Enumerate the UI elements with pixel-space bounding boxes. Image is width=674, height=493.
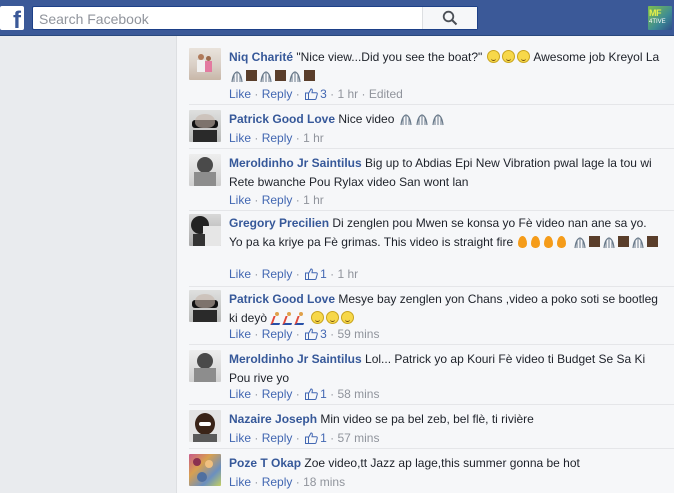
emoji-sequence-icon [572,235,659,249]
divider [189,148,674,149]
like-link[interactable]: Like [229,327,251,341]
reply-link[interactable]: Reply [262,387,293,401]
commenter-name[interactable]: Patrick Good Love [229,292,335,306]
edited-label[interactable]: Edited [369,87,403,101]
comment-actions: Like · Reply · 3 · 59 mins [229,327,380,341]
like-link[interactable]: Like [229,431,251,445]
comment-actions: Like · Reply · 18 mins [229,475,346,489]
timestamp[interactable]: 59 mins [337,327,379,341]
comment-actions: Like · Reply · 1 · 1 hr [229,267,359,281]
runner-emoji-icon [270,311,306,325]
timestamp[interactable]: 58 mins [337,387,379,401]
comment-text: "Nice view...Did you see the boat?" [296,50,483,64]
reply-link[interactable]: Reply [262,475,293,489]
comment-actions: Like · Reply · 1 · 57 mins [229,431,380,445]
emoji-sequence-icon [398,112,446,126]
comment-text: Nice video [338,112,395,126]
like-link[interactable]: Like [229,475,251,489]
like-link[interactable]: Like [229,387,251,401]
like-count[interactable]: 1 [320,431,327,445]
like-link[interactable]: Like [229,267,251,281]
reply-link[interactable]: Reply [262,431,293,445]
search-placeholder: Search Facebook [39,11,149,27]
commenter-name[interactable]: Gregory Precilien [229,216,329,230]
divider [189,104,674,105]
thumbs-up-icon[interactable] [305,268,318,280]
thumbs-up-icon[interactable] [305,388,318,400]
reply-link[interactable]: Reply [262,193,293,207]
top-bar: f Search Facebook MF 4TIVE [0,0,674,36]
thumbs-up-icon[interactable] [305,328,318,340]
like-link[interactable]: Like [229,193,251,207]
reply-link[interactable]: Reply [262,131,293,145]
comment-actions: Like · Reply · 1 hr [229,131,324,145]
reply-link[interactable]: Reply [262,327,293,341]
emoji-sequence-icon [229,69,316,83]
reply-link[interactable]: Reply [262,87,293,101]
comment-actions: Like · Reply · 3 · 1 hr · Edited [229,87,403,101]
timestamp[interactable]: 1 hr [303,131,324,145]
timestamp[interactable]: 57 mins [337,431,379,445]
commenter-name[interactable]: Niq Charité [229,50,293,64]
commenter-name[interactable]: Nazaire Joseph [229,412,317,426]
search-icon [442,10,458,26]
divider [189,344,674,345]
like-link[interactable]: Like [229,87,251,101]
timestamp[interactable]: 1 hr [337,267,358,281]
search-button[interactable] [422,7,477,29]
avatar[interactable] [189,350,221,382]
like-count[interactable]: 1 [320,267,327,281]
like-count[interactable]: 3 [320,87,327,101]
divider [189,210,674,211]
avatar[interactable] [189,154,221,186]
thumbs-up-icon[interactable] [305,432,318,444]
divider [189,448,674,449]
commenter-name[interactable]: Poze T Okap [229,456,301,470]
grin-emoji-icon [310,311,355,325]
facebook-logo-icon[interactable]: f [0,6,24,33]
grin-emoji-icon [486,50,531,64]
search-input[interactable]: Search Facebook [32,6,478,30]
divider [189,404,674,405]
divider [189,286,674,287]
comment-actions: Like · Reply · 1 · 58 mins [229,387,380,401]
commenter-name[interactable]: Patrick Good Love [229,112,335,126]
like-link[interactable]: Like [229,131,251,145]
comment-text: Min video se pa bel zeb, bel flè, ti riv… [320,412,534,426]
avatar[interactable] [189,454,221,486]
comment-actions: Like · Reply · 1 hr [229,193,324,207]
timestamp[interactable]: 1 hr [337,87,358,101]
commenter-name[interactable]: Meroldinho Jr Saintilus [229,352,362,366]
avatar[interactable] [189,214,221,246]
comment-text: Zoe video,tt Jazz ap lage,this summer go… [304,456,580,470]
avatar[interactable] [189,110,221,142]
avatar[interactable] [189,410,221,442]
avatar[interactable] [189,290,221,322]
like-count[interactable]: 3 [320,327,327,341]
fire-emoji-icon [516,235,568,249]
reply-link[interactable]: Reply [262,267,293,281]
left-gutter [0,36,176,493]
comment-text-continued: Awesome job Kreyol La [533,50,660,64]
commenter-name[interactable]: Meroldinho Jr Saintilus [229,156,362,170]
profile-avatar[interactable]: MF 4TIVE [648,6,672,30]
timestamp[interactable]: 1 hr [303,193,324,207]
timestamp[interactable]: 18 mins [303,475,345,489]
avatar[interactable] [189,48,221,80]
thumbs-up-icon[interactable] [305,88,318,100]
like-count[interactable]: 1 [320,387,327,401]
